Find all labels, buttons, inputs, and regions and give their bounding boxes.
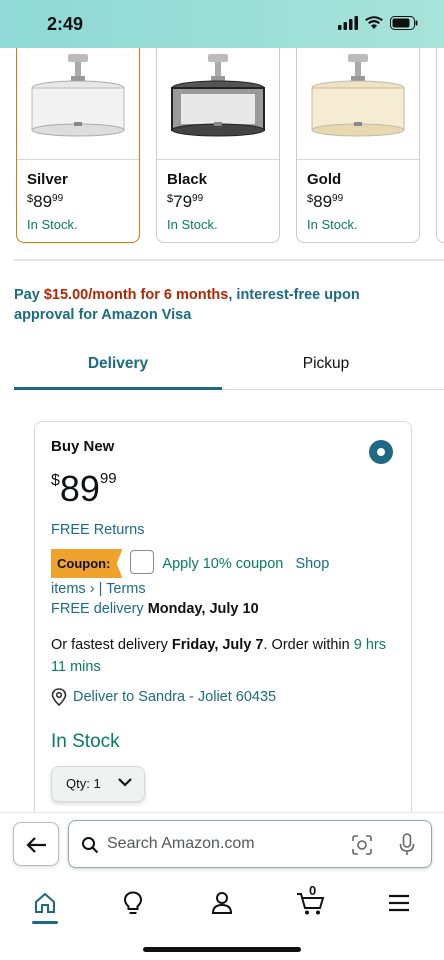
- nav-inspire[interactable]: [113, 883, 153, 923]
- variant-price: $8999: [307, 192, 344, 211]
- variant-name: Silver: [27, 171, 68, 188]
- fastest-date: Friday, July 7: [171, 637, 264, 653]
- buy-box: Buy New $8999 FREE Returns Coupon: Apply …: [34, 421, 412, 841]
- bottom-toolbar: Search Amazon.com 0: [0, 812, 444, 960]
- variant-name: Gold: [307, 171, 342, 188]
- free-delivery-line: FREE delivery Monday, July 10: [51, 601, 259, 617]
- tab-delivery[interactable]: Delivery: [14, 340, 222, 390]
- coupon-badge: Coupon:: [51, 549, 123, 578]
- in-stock-status: In Stock: [51, 731, 120, 752]
- tab-pickup[interactable]: Pickup: [222, 340, 430, 390]
- quantity-label: Qty: 1: [66, 776, 101, 791]
- cart-count: 0: [309, 883, 317, 898]
- deliver-to-link[interactable]: Deliver to Sandra - Joliet 60435: [51, 688, 276, 706]
- variant-price: $7999: [167, 192, 204, 211]
- coupon-checkbox[interactable]: [130, 550, 155, 574]
- fulfillment-tabs: Delivery Pickup: [14, 340, 444, 390]
- camera-scan-icon[interactable]: [351, 834, 373, 856]
- variant-stock: In Stock.: [167, 217, 218, 232]
- back-button[interactable]: [13, 822, 59, 866]
- variant-stock: In Stock.: [307, 217, 358, 232]
- variant-price: $8999: [27, 192, 64, 211]
- buy-new-radio[interactable]: [369, 440, 393, 464]
- variant-card-partial[interactable]: [436, 48, 444, 243]
- buy-price: $8999: [51, 468, 117, 509]
- signal-icon: [338, 16, 358, 30]
- nav-menu[interactable]: [379, 883, 419, 923]
- status-bar: 2:49: [0, 0, 444, 48]
- microphone-icon[interactable]: [399, 833, 415, 857]
- status-time: 2:49: [47, 14, 84, 34]
- separator: |: [98, 581, 103, 597]
- chevron-down-icon: [118, 778, 132, 787]
- variant-image-black: [157, 48, 279, 160]
- battery-icon: [390, 16, 418, 30]
- free-returns-link[interactable]: FREE Returns: [51, 522, 144, 538]
- financing-promo[interactable]: Pay $15.00/month for 6 months, interest-…: [14, 285, 414, 325]
- arrow-left-icon: [26, 837, 46, 853]
- variant-image-gold: [297, 48, 419, 160]
- buy-new-title: Buy New: [51, 438, 115, 455]
- home-icon: [35, 892, 55, 913]
- variant-stock: In Stock.: [27, 217, 78, 232]
- nav-account[interactable]: [202, 883, 242, 923]
- home-indicator: [143, 947, 301, 952]
- search-input[interactable]: Search Amazon.com: [68, 820, 432, 868]
- nav-home[interactable]: [25, 883, 65, 923]
- section-divider: [14, 259, 444, 261]
- quantity-dropdown[interactable]: Qty: 1: [51, 766, 145, 802]
- hamburger-menu-icon: [389, 894, 409, 912]
- search-placeholder: Search Amazon.com: [107, 835, 255, 852]
- variant-image-silver: [17, 48, 139, 160]
- nav-home-underline: [32, 921, 58, 924]
- wifi-icon: [365, 16, 383, 29]
- status-icons: [338, 16, 418, 30]
- promo-amount: $15.00/month for 6 months: [43, 287, 229, 303]
- variant-card-silver[interactable]: Silver $8999 In Stock.: [16, 48, 140, 243]
- coupon-row: Coupon: Apply 10% coupon Shop items › | Te…: [51, 549, 401, 601]
- search-icon: [82, 837, 99, 854]
- location-pin-icon: [51, 688, 67, 706]
- variant-card-black[interactable]: Black $7999 In Stock.: [156, 48, 280, 243]
- coupon-text: Apply 10% coupon: [162, 556, 284, 572]
- lightbulb-icon: [123, 891, 143, 914]
- free-delivery-date: Monday, July 10: [147, 601, 259, 617]
- terms-link[interactable]: Terms: [106, 581, 145, 597]
- free-delivery-link[interactable]: FREE delivery: [51, 601, 144, 617]
- fastest-delivery-line: Or fastest delivery Friday, July 7. Orde…: [51, 637, 386, 675]
- bottom-nav: 0: [0, 883, 444, 924]
- variant-card-gold[interactable]: Gold $8999 In Stock.: [296, 48, 420, 243]
- variant-carousel[interactable]: Silver $8999 In Stock. Black $7999 In St…: [0, 48, 444, 258]
- user-icon: [211, 892, 233, 914]
- nav-cart[interactable]: 0: [291, 883, 331, 923]
- variant-name: Black: [167, 171, 208, 188]
